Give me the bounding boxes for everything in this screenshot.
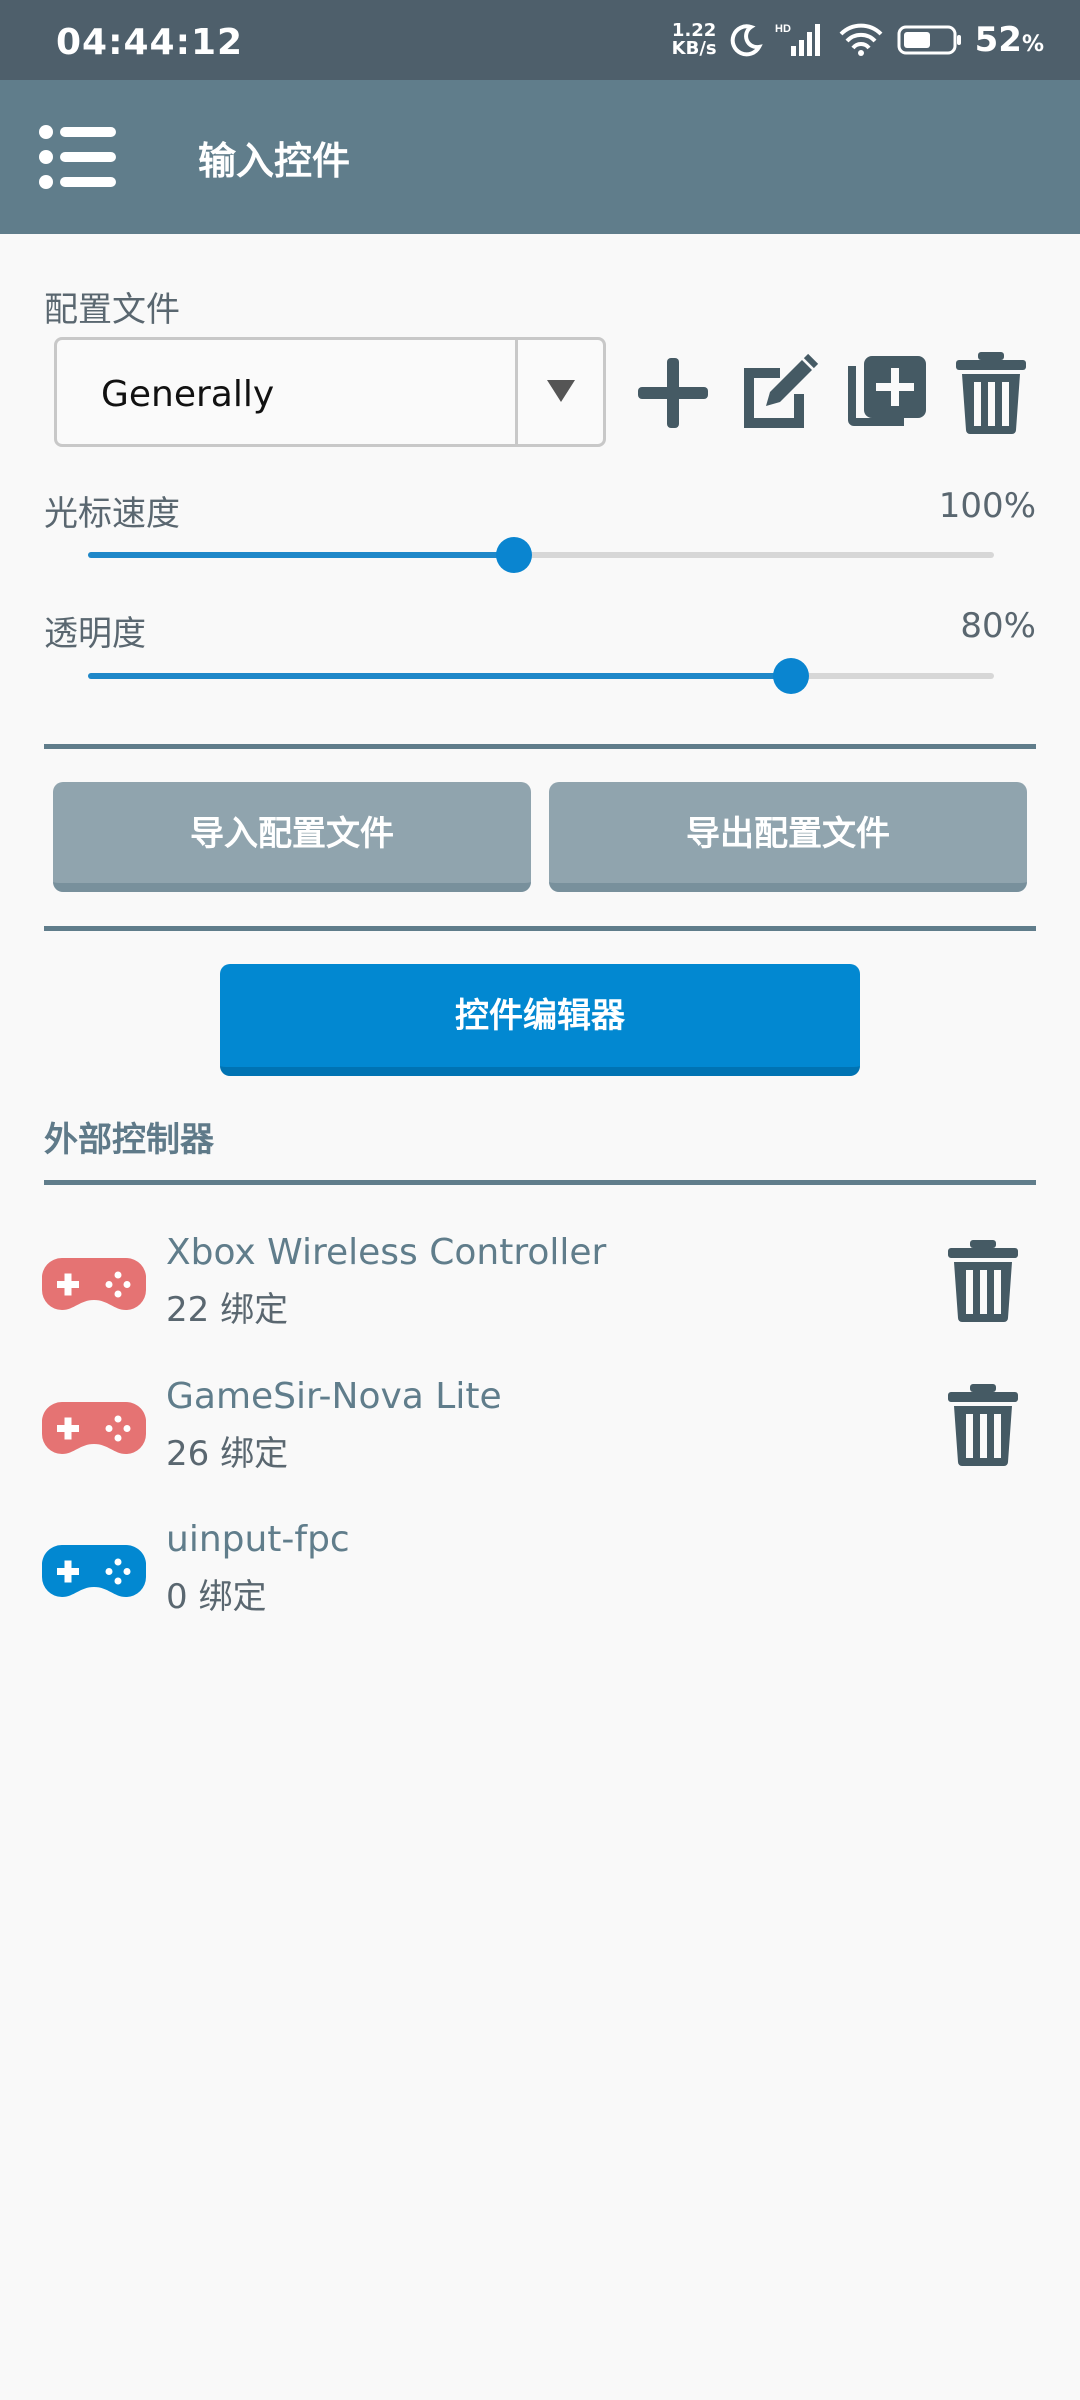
opacity-value: 80% [960,606,1036,646]
controller-bindings: 0 绑定 [166,1577,267,1617]
controller-bindings: 26 绑定 [166,1434,289,1474]
status-time: 04:44:12 [56,22,244,63]
edit-icon[interactable] [736,350,822,436]
app-bar: 输入控件 [0,80,1080,234]
opacity-slider[interactable] [88,658,994,694]
trash-icon[interactable] [946,1382,1020,1468]
controller-name: Xbox Wireless Controller [166,1232,607,1273]
profile-selected-value: Generally [101,374,275,415]
slider-fill [88,552,514,558]
controller-name: uinput-fpc [166,1519,350,1560]
page-title: 输入控件 [198,139,351,183]
wifi-icon [839,23,883,56]
slider-thumb[interactable] [495,537,532,573]
slider-thumb[interactable] [773,658,810,694]
import-profile-button[interactable]: 导入配置文件 [53,782,531,892]
duplicate-icon[interactable] [842,350,928,436]
signal-icon: HD [775,23,820,56]
menu-list-icon[interactable] [38,124,118,190]
list-item[interactable]: uinput-fpc 0 绑定 [0,1515,1080,1645]
divider [44,1180,1036,1185]
net-speed: 1.22 KB/s [671,20,717,59]
list-item[interactable]: GameSir-Nova Lite 26 绑定 [0,1372,1080,1502]
profile-label: 配置文件 [44,290,180,330]
divider [44,926,1036,931]
gamepad-icon [42,1257,146,1310]
select-divider [515,340,518,444]
external-controllers-title: 外部控制器 [44,1120,214,1160]
profile-select[interactable]: Generally [54,337,606,447]
dropdown-arrow-icon [547,380,575,402]
control-editor-button[interactable]: 控件编辑器 [220,964,860,1076]
trash-icon[interactable] [948,350,1034,436]
svg-text:HD: HD [775,23,791,35]
battery-icon [897,25,961,55]
status-icons: 1.22 KB/s HD 52% [672,14,1044,66]
slider-fill [88,673,792,679]
cursor-speed-label: 光标速度 [44,494,180,534]
gamepad-icon [42,1401,146,1454]
controller-bindings: 22 绑定 [166,1290,289,1330]
battery-percent: 52% [974,20,1044,60]
status-bar: 04:44:12 1.22 KB/s HD 52% [0,0,1080,80]
opacity-label: 透明度 [44,614,146,654]
cursor-speed-value: 100% [938,486,1036,526]
moon-icon [730,24,763,57]
trash-icon[interactable] [946,1238,1020,1324]
cursor-speed-slider[interactable] [88,537,994,573]
controller-name: GameSir-Nova Lite [166,1376,502,1417]
gamepad-icon [42,1544,146,1597]
plus-icon[interactable] [630,350,716,436]
divider [44,744,1036,749]
export-profile-button[interactable]: 导出配置文件 [549,782,1027,892]
list-item[interactable]: Xbox Wireless Controller 22 绑定 [0,1228,1080,1358]
